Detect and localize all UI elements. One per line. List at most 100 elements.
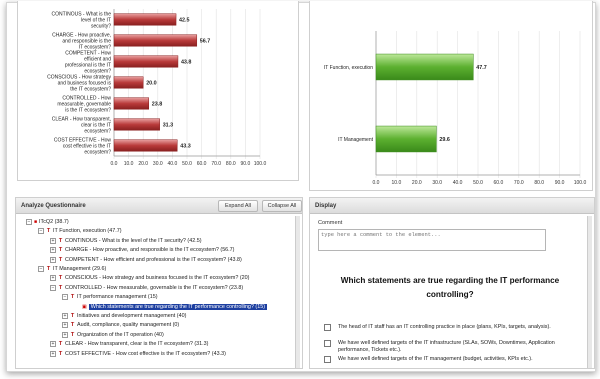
- x-tick-label: 20.0: [412, 180, 422, 186]
- collapse-all-button[interactable]: Collapse All: [262, 200, 302, 212]
- expand-icon[interactable]: +: [62, 313, 68, 319]
- collapse-icon[interactable]: −: [38, 266, 44, 272]
- answer-text-line: We have well defined targets of the IT m…: [338, 356, 533, 362]
- x-tick-label: 90.0: [555, 180, 565, 186]
- collapse-icon[interactable]: −: [26, 219, 32, 225]
- bar-value-label: 43.8: [181, 60, 192, 66]
- x-tick-label: 80.0: [226, 161, 236, 167]
- x-tick-label: 50.0: [473, 180, 483, 186]
- collapse-icon[interactable]: −: [50, 284, 56, 291]
- answer-checkbox[interactable]: [324, 356, 331, 363]
- topic-icon: T: [70, 322, 75, 329]
- x-tick-label: 0.0: [111, 161, 118, 167]
- display-scrollbar[interactable]: [587, 216, 592, 368]
- topic-icon: T: [58, 275, 63, 282]
- x-tick-label: 0.0: [373, 180, 380, 186]
- answer-text-line: The head of IT staff has an IT controlli…: [338, 324, 551, 330]
- answer-text: The head of IT staff has an IT controlli…: [338, 324, 584, 331]
- tree-node[interactable]: − T IT performance management (15): [62, 293, 158, 301]
- expand-icon[interactable]: +: [50, 350, 56, 357]
- app-window: 0.0 10.0 20.0 30.0 40.0 50.0 60.0 70.0 80.0 90.0 1…: [6, 1, 596, 372]
- topic-icon: T: [70, 331, 75, 338]
- answer-text-line: We have well defined targets of the IT i…: [338, 340, 555, 346]
- tree-node[interactable]: − T IT Management (29.6): [38, 265, 106, 273]
- answer-checkbox[interactable]: [324, 340, 331, 347]
- answer-text-line: performance, Tickets etc.).: [338, 347, 402, 353]
- tree-node-label[interactable]: IT Function, execution (47.7): [53, 228, 122, 234]
- category-label: the IT ecosystem?: [70, 86, 111, 92]
- tree-node[interactable]: + T CONSCIOUS - How strategy and business …: [50, 274, 249, 282]
- tree-node[interactable]: − T IT Function, execution (47.7): [38, 227, 122, 235]
- bar-value-label: 56.7: [200, 39, 211, 45]
- answer-checkbox[interactable]: [324, 324, 331, 331]
- tree-node[interactable]: + T COMPETENT - How efficient and professi…: [50, 256, 242, 264]
- tree-node-label[interactable]: CLEAR - How transparent, clear is the IT…: [65, 341, 208, 347]
- tree-node[interactable]: + T Organization of the IT operation (40): [62, 331, 164, 339]
- comment-label: Comment: [318, 220, 343, 226]
- analyze-questionnaire-panel: Analyze Questionnaire Expand All Collaps…: [15, 197, 303, 369]
- tree-node[interactable]: + T COST EFFECTIVE - How cost effective is…: [50, 350, 226, 358]
- x-tick-label: 30.0: [432, 180, 442, 186]
- bar-value-label: 31.3: [163, 123, 174, 129]
- topic-icon: T: [58, 341, 63, 348]
- answer-text: We have well defined targets of the IT m…: [338, 356, 584, 363]
- tree-node[interactable]: ▣ Which statements are true regarding the…: [74, 303, 268, 311]
- expand-icon[interactable]: +: [50, 275, 56, 282]
- tree-node-label[interactable]: IT Management (29.6): [53, 266, 106, 272]
- display-panel: Display Comment Which statements are tru…: [309, 197, 595, 369]
- expand-icon[interactable]: +: [50, 237, 56, 244]
- tree-node-label[interactable]: IT performance management (15): [77, 294, 158, 300]
- category-label: ecosystem?: [84, 128, 111, 134]
- tree-node-label[interactable]: COST EFFECTIVE - How cost effective is t…: [65, 351, 226, 357]
- tree-node-label[interactable]: CHARGE - How proactive, and responsible …: [65, 247, 234, 253]
- tree-scrollbar[interactable]: [295, 216, 300, 368]
- comment-textarea[interactable]: [318, 229, 546, 251]
- expand-icon[interactable]: +: [50, 341, 56, 348]
- expand-icon[interactable]: +: [50, 256, 56, 263]
- tree-node[interactable]: + T CHARGE - How proactive, and responsibl…: [50, 246, 234, 254]
- topic-icon: T: [58, 350, 63, 357]
- x-tick-label: 10.0: [124, 161, 134, 167]
- category-label: IT Function, execution: [324, 65, 373, 71]
- x-tick-label: 70.0: [211, 161, 221, 167]
- topic-icon: T: [58, 247, 63, 254]
- question-title-line2: controlling?: [426, 290, 474, 299]
- tree-node[interactable]: − T CONTROLLED - How measurable, governabl…: [50, 284, 243, 292]
- topic-icon: T: [70, 294, 75, 301]
- expand-icon[interactable]: +: [62, 322, 68, 329]
- tree-node-label[interactable]: Which statements are true regarding the …: [88, 303, 268, 310]
- x-tick-label: 60.0: [494, 180, 504, 186]
- x-tick-label: 50.0: [182, 161, 192, 167]
- x-tick-label: 100.0: [254, 161, 267, 167]
- bar-value-label: 43.3: [180, 144, 191, 150]
- expand-icon[interactable]: +: [62, 331, 68, 338]
- bar: [375, 125, 437, 153]
- collapse-icon[interactable]: −: [62, 294, 68, 301]
- tree-node-label[interactable]: ITcQ2 (38.7): [39, 219, 69, 225]
- x-tick-label: 10.0: [392, 180, 402, 186]
- topic-icon: T: [58, 237, 63, 244]
- x-tick-label: 30.0: [153, 161, 163, 167]
- tree-node-label[interactable]: CONSCIOUS - How strategy and business fo…: [65, 275, 249, 281]
- answer-text: We have well defined targets of the IT i…: [338, 340, 584, 354]
- tree-node-label[interactable]: CONTINOUS - What is the level of the IT …: [65, 238, 202, 244]
- tree-node[interactable]: − ■ ITcQ2 (38.7): [26, 218, 69, 226]
- tree-node-label[interactable]: COMPETENT - How efficient and profession…: [65, 257, 242, 263]
- tree-node-label[interactable]: Audit, compliance, quality management (0…: [77, 322, 179, 328]
- x-tick-label: 40.0: [168, 161, 178, 167]
- tree-node[interactable]: + T CONTINOUS - What is the level of the I…: [50, 237, 202, 245]
- collapse-icon[interactable]: −: [38, 228, 44, 235]
- expand-all-button[interactable]: Expand All: [218, 200, 258, 212]
- tree-node[interactable]: + T CLEAR - How transparent, clear is the …: [50, 340, 208, 348]
- tree-node-label[interactable]: Organization of the IT operation (40): [77, 332, 164, 338]
- topic-icon: T: [70, 313, 75, 319]
- tree-node-label[interactable]: Initiatives and development management (…: [77, 313, 186, 319]
- panel-title: Analyze Questionnaire: [16, 198, 302, 214]
- bar: [113, 139, 178, 152]
- x-tick-label: 90.0: [241, 161, 251, 167]
- tree-node[interactable]: + T Audit, compliance, quality management …: [62, 321, 179, 329]
- expand-icon[interactable]: +: [50, 247, 56, 254]
- tree-node[interactable]: + T Initiatives and development management…: [62, 312, 186, 320]
- tree-node-label[interactable]: CONTROLLED - How measurable, governable …: [65, 285, 243, 291]
- bar-value-label: 29.6: [439, 137, 450, 143]
